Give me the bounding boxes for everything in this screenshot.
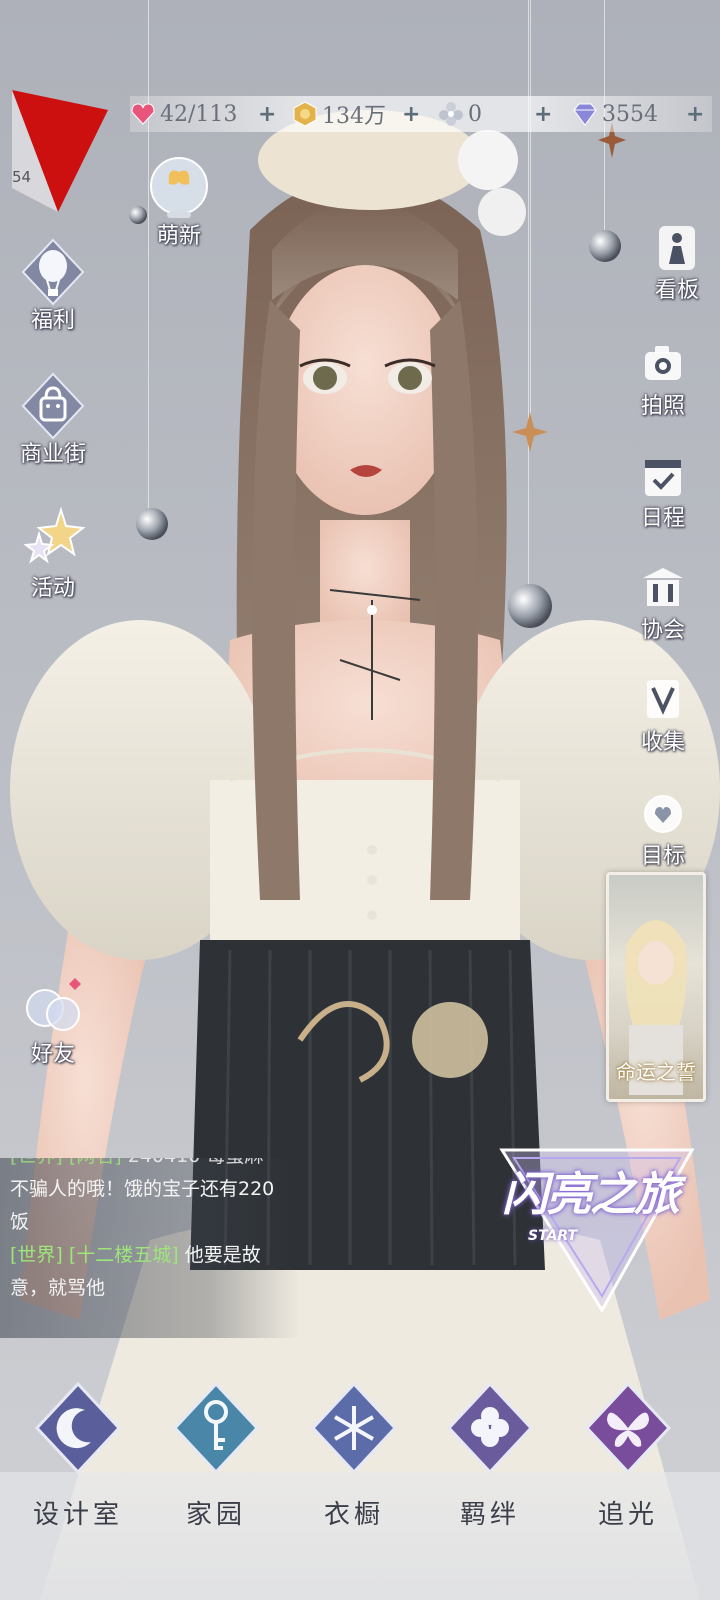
heart-gem-icon xyxy=(131,103,155,125)
nav-chase-light[interactable]: 追光 xyxy=(568,1380,688,1531)
glass-orb-butterfly-icon xyxy=(150,157,208,218)
start-journey-subtitle: START xyxy=(528,1228,578,1244)
shop-street-label: 商业街 xyxy=(19,442,86,467)
welfare-label: 福利 xyxy=(30,308,75,333)
chat-sender: [十二楼五城] xyxy=(68,1244,179,1266)
nav-bonds[interactable]: 羁绊 xyxy=(430,1380,550,1531)
chat-panel[interactable]: [世界] [网名] 240410 每蛋麻 不骗人的哦！饿的宝子还有220 饭 [… xyxy=(0,1158,300,1338)
add-diamond-button[interactable]: + xyxy=(686,102,704,127)
chat-sender: [网名] xyxy=(69,1158,122,1167)
diamond-icon xyxy=(573,103,597,126)
friends-label: 好友 xyxy=(30,1042,75,1067)
start-journey-title: 闪亮之旅 xyxy=(502,1167,680,1221)
board-label: 看板 xyxy=(654,278,699,303)
nav-home[interactable]: 家园 xyxy=(156,1380,276,1531)
chat-line: 不骗人的哦！饿的宝子还有220 xyxy=(10,1173,290,1206)
gold-resource: 134万 + xyxy=(292,96,438,132)
diamond-value: 3554 xyxy=(602,101,658,127)
level-number: 54 xyxy=(12,168,32,186)
welfare-button[interactable]: 福利 xyxy=(8,236,98,334)
diamond-resource: 3554 + xyxy=(572,96,710,132)
chat-line: 饭 xyxy=(10,1206,290,1239)
character-illustration xyxy=(10,110,720,1600)
chat-line: 意，就骂他 xyxy=(10,1272,290,1305)
collection-v-icon xyxy=(647,680,679,718)
add-gold-button[interactable]: + xyxy=(402,102,420,127)
gold-coin-icon xyxy=(293,101,317,127)
clover-icon xyxy=(446,1381,534,1475)
stamina-resource: 42/113 + xyxy=(130,96,280,132)
guild-button[interactable]: 协会 xyxy=(628,564,698,644)
event-card[interactable]: 命运之誓 xyxy=(606,872,706,1102)
event-card-title: 命运之誓 xyxy=(616,1060,696,1084)
crystal-value: 0 xyxy=(468,101,482,127)
chat-text: 饭 xyxy=(10,1211,30,1233)
photo-button[interactable]: 拍照 xyxy=(628,340,698,420)
crescent-moon-icon xyxy=(34,1381,122,1475)
guild-label: 协会 xyxy=(640,618,685,643)
board-button[interactable]: 看板 xyxy=(642,224,712,304)
nav-design-room-label: 设计室 xyxy=(32,1500,123,1530)
start-journey-button[interactable]: 闪亮之旅 START xyxy=(492,1138,702,1318)
resource-bar: 42/113 + 134万 + 0 + 3554 + xyxy=(130,96,712,132)
key-icon xyxy=(172,1381,260,1475)
goal-label: 目标 xyxy=(640,844,685,869)
schedule-button[interactable]: 日程 xyxy=(628,452,698,532)
camera-icon xyxy=(645,346,681,380)
collection-label: 收集 xyxy=(640,730,685,755)
nav-chase-light-label: 追光 xyxy=(597,1500,658,1530)
calendar-check-icon xyxy=(645,460,681,496)
crystal-resource: 0 + xyxy=(438,96,562,132)
newbie-button[interactable]: 萌新 xyxy=(134,152,224,250)
friends-bubbles-icon xyxy=(26,978,81,1031)
activity-label: 活动 xyxy=(30,576,75,601)
nav-wardrobe-label: 衣橱 xyxy=(323,1500,384,1530)
nav-bonds-label: 羁绊 xyxy=(459,1500,520,1530)
crystal-flower-icon xyxy=(439,102,463,126)
nav-wardrobe[interactable]: 衣橱 xyxy=(294,1380,414,1531)
heart-target-icon xyxy=(644,795,682,833)
chat-channel: [世界] xyxy=(10,1244,63,1266)
collection-button[interactable]: 收集 xyxy=(628,676,698,756)
schedule-label: 日程 xyxy=(640,506,685,531)
butterfly-icon xyxy=(584,1381,672,1475)
nav-design-room[interactable]: 设计室 xyxy=(18,1380,138,1531)
add-crystal-button[interactable]: + xyxy=(534,102,552,127)
stars-icon xyxy=(23,506,86,564)
chat-text: 他要是故 xyxy=(184,1244,261,1266)
shop-street-button[interactable]: 商业街 xyxy=(8,370,98,468)
hot-air-balloon-icon xyxy=(21,238,85,306)
building-icon xyxy=(643,568,683,606)
chat-line: [世界] [十二楼五城] 他要是故 xyxy=(10,1239,290,1272)
friends-button[interactable]: 好友 xyxy=(8,970,98,1068)
goal-button[interactable]: 目标 xyxy=(628,790,698,870)
level-badge[interactable] xyxy=(10,88,110,214)
snowflake-icon xyxy=(310,1381,398,1475)
chat-text: 不骗人的哦！饿的宝子还有220 xyxy=(10,1178,275,1200)
nav-home-label: 家园 xyxy=(185,1500,246,1530)
chat-channel: [世界] xyxy=(10,1158,63,1167)
mannequin-icon xyxy=(659,226,695,270)
newbie-label: 萌新 xyxy=(156,224,201,249)
chat-text: 240410 每蛋麻 xyxy=(128,1158,264,1167)
photo-label: 拍照 xyxy=(640,394,685,419)
chat-text: 意，就骂他 xyxy=(10,1277,106,1299)
chat-line: [世界] [网名] 240410 每蛋麻 xyxy=(10,1158,290,1173)
gold-value: 134万 xyxy=(322,104,386,129)
stamina-value: 42/113 xyxy=(160,101,238,127)
shopping-bag-icon xyxy=(21,372,85,440)
add-stamina-button[interactable]: + xyxy=(258,102,276,127)
activity-button[interactable]: 活动 xyxy=(8,504,98,602)
